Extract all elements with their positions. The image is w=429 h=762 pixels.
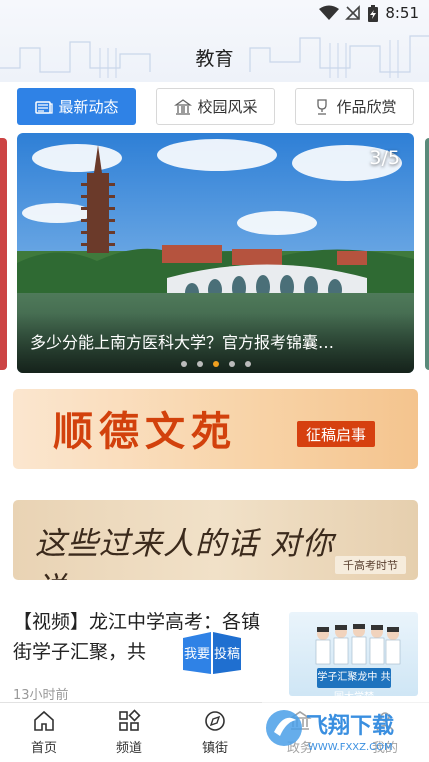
carousel-counter: 3/5 <box>369 147 400 169</box>
news-thumbnail[interactable]: 学子汇聚龙中 共圆大学梦 <box>289 612 418 696</box>
banner-tag: 征稿启事 <box>297 421 376 447</box>
watermark-url: WWW.FXXZ.COM <box>308 742 393 753</box>
carousel-dot[interactable] <box>244 361 251 367</box>
tabbar-home-label: 首页 <box>30 741 57 756</box>
banner-subtitle: 千高考时节 <box>335 556 406 574</box>
carousel-dot-active[interactable] <box>212 361 219 367</box>
carousel-dots <box>17 361 414 367</box>
carousel-dot[interactable] <box>196 361 203 367</box>
carousel-dot[interactable] <box>228 361 235 367</box>
tab-latest-news-label: 最新动态 <box>58 98 119 116</box>
submit-article-button[interactable]: 我要 投稿 <box>181 628 243 676</box>
tabbar-towns-label: 镇街 <box>201 741 228 756</box>
tab-works-gallery-label: 作品欣赏 <box>336 98 397 116</box>
status-bar: 8:51 <box>0 0 429 28</box>
words-to-you-banner[interactable]: 这些过来人的话 对你说…… 千高考时节 <box>13 500 418 580</box>
campus-building-icon <box>174 98 193 115</box>
carousel-prev-peek[interactable] <box>0 138 7 370</box>
trophy-icon <box>317 98 328 115</box>
news-time: 13小时前 <box>13 688 69 703</box>
banner-title: 顺德文苑 <box>53 408 237 455</box>
tab-campus-style-label: 校园风采 <box>197 98 258 116</box>
channels-grid-icon <box>119 709 141 731</box>
watermark-text: 飞翔下载 <box>306 713 394 739</box>
tabbar-channels[interactable]: 频道 <box>99 709 159 756</box>
tabbar-towns[interactable]: 镇街 <box>185 709 245 756</box>
no-sim-icon <box>345 5 360 20</box>
header: 8:51 教育 <box>0 0 429 82</box>
carousel-next-peek[interactable] <box>425 138 429 370</box>
category-tabs: 最新动态 校园风采 作品欣赏 <box>17 88 414 125</box>
carousel-dot[interactable] <box>180 361 187 367</box>
compass-icon <box>205 711 225 731</box>
tab-campus-style[interactable]: 校园风采 <box>156 88 275 125</box>
shunde-literature-banner[interactable]: 顺德文苑 征稿启事 <box>13 389 418 469</box>
float-button-line2: 投稿 <box>214 646 240 662</box>
tabbar-channels-label: 频道 <box>115 741 142 756</box>
status-time: 8:51 <box>385 4 419 22</box>
tab-latest-news[interactable]: 最新动态 <box>17 88 136 125</box>
page-title: 教育 <box>195 48 234 70</box>
image-carousel[interactable]: 3/5 多少分能上南方医科大学？官方报考锦囊… <box>17 133 414 373</box>
home-icon <box>34 710 54 731</box>
tab-works-gallery[interactable]: 作品欣赏 <box>295 88 414 125</box>
float-button-line1: 我要 <box>184 647 210 662</box>
thumbnail-label: 学子汇聚龙中 共圆大学梦 <box>317 668 391 696</box>
tabbar-home[interactable]: 首页 <box>14 709 74 756</box>
newspaper-icon <box>35 100 54 114</box>
battery-charging-icon <box>368 5 378 22</box>
app-screen: 8:51 教育 最新动态 校园风采 作品欣赏 3/5 多少分能上南方医科大学？官… <box>0 0 429 762</box>
carousel-caption[interactable]: 多少分能上南方医科大学？官方报考锦囊… <box>30 329 400 353</box>
wifi-icon <box>319 5 339 20</box>
download-site-watermark: 飞翔下载 WWW.FXXZ.COM <box>262 702 429 760</box>
